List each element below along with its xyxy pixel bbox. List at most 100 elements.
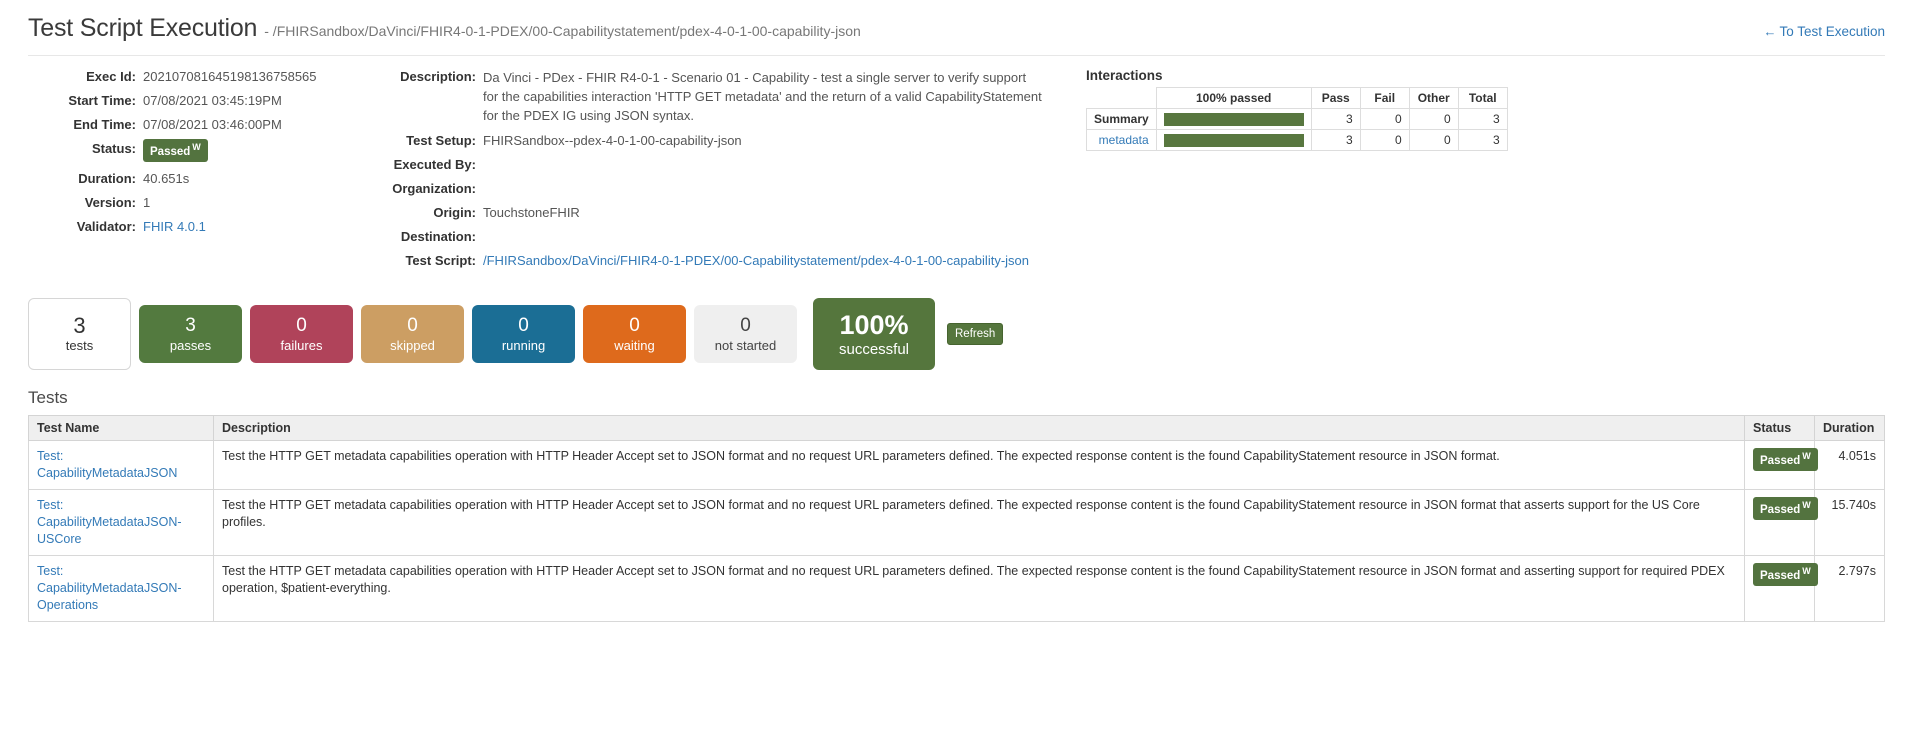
interactions-row-summary: Summary 3 0 0 3 — [1086, 108, 1508, 130]
success-percent-label: successful — [838, 340, 910, 358]
arrow-left-icon: ← — [1763, 24, 1777, 39]
origin-value: TouchstoneFHIR — [483, 205, 580, 220]
execution-details-column: Description: Da Vinci - PDex - FHIR R4-0… — [380, 68, 1050, 276]
table-row: Test: CapabilityMetadataJSON Test the HTT… — [28, 440, 1885, 490]
tile-failures[interactable]: 0 failures — [250, 305, 353, 363]
pass-rate-meter — [1163, 133, 1304, 147]
field-validator: Validator: FHIR 4.0.1 — [28, 218, 380, 235]
test-name-cell: Test: CapabilityMetadataJSON-Operations — [28, 555, 214, 622]
status-badge-sup: W — [1802, 451, 1811, 461]
organization-label: Organization: — [392, 181, 476, 196]
interactions-header-row: 100% passed Pass Fail Other Total — [1086, 87, 1508, 109]
status-badge-sup: W — [1802, 500, 1811, 510]
success-percent-value: 100% — [839, 309, 909, 340]
end-time-value: 07/08/2021 03:46:00PM — [143, 117, 282, 132]
exec-id-label: Exec Id: — [86, 69, 136, 84]
tile-tests[interactable]: 3 tests — [28, 298, 131, 370]
start-time-value: 07/08/2021 03:45:19PM — [143, 93, 282, 108]
status-badge-text: Passed — [1760, 569, 1801, 582]
test-script-value-link[interactable]: /FHIRSandbox/DaVinci/FHIR4-0-1-PDEX/00-C… — [483, 252, 1029, 269]
tests-table: Test Name Description Status Duration Te… — [28, 415, 1885, 622]
test-name-prefix: Test: — [37, 564, 64, 578]
interactions-fail-count: 0 — [1359, 129, 1410, 151]
validator-value-link[interactable]: FHIR 4.0.1 — [143, 218, 206, 235]
test-name-link[interactable]: Test: CapabilityMetadataJSON-USCore — [37, 497, 205, 548]
description-label: Description: — [400, 69, 476, 84]
tile-passes-label: passes — [169, 337, 212, 353]
tile-waiting[interactable]: 0 waiting — [583, 305, 686, 363]
interactions-pass-count: 3 — [1310, 129, 1361, 151]
page-title: Test Script Execution — [28, 14, 258, 42]
interactions-total-count: 3 — [1457, 108, 1508, 130]
status-badge: Passed W — [1753, 448, 1818, 471]
interactions-column: Interactions 100% passed Pass Fail Other… — [1050, 68, 1885, 276]
tile-failures-count: 0 — [296, 314, 307, 336]
tile-skipped[interactable]: 0 skipped — [361, 305, 464, 363]
duration-value: 40.651s — [143, 170, 190, 186]
interactions-meter-cell — [1155, 129, 1312, 151]
test-status-cell: Passed W — [1744, 555, 1818, 622]
test-name-link[interactable]: Test: CapabilityMetadataJSON-Operations — [37, 563, 205, 614]
status-badge: Passed W — [1753, 563, 1818, 586]
page-header: Test Script Execution - /FHIRSandbox/DaV… — [28, 0, 1885, 56]
interactions-other-count: 0 — [1408, 129, 1459, 151]
executed-by-label: Executed By: — [393, 157, 476, 172]
field-test-script: Test Script: /FHIRSandbox/DaVinci/FHIR4-… — [380, 252, 1050, 269]
interactions-total-count: 3 — [1457, 129, 1508, 151]
status-badge-text: Passed — [150, 145, 191, 158]
tile-not-started[interactable]: 0 not started — [694, 305, 797, 363]
tile-waiting-count: 0 — [629, 314, 640, 336]
execution-summary-column: Exec Id: 202107081645198136758565 Start … — [28, 68, 380, 276]
status-badge: Passed W — [143, 139, 208, 162]
test-name-value: CapabilityMetadataJSON-Operations — [37, 581, 182, 612]
tile-success-percent: 100% successful — [813, 298, 935, 370]
interactions-row-label-link[interactable]: metadata — [1086, 129, 1157, 151]
tests-col-duration: Duration — [1814, 415, 1885, 441]
tile-running[interactable]: 0 running — [472, 305, 575, 363]
tile-tests-count: 3 — [73, 312, 86, 338]
test-duration-cell: 4.051s — [1814, 440, 1885, 490]
interactions-row-label: Summary — [1086, 108, 1157, 130]
status-badge-sup: W — [192, 142, 201, 152]
origin-label: Origin: — [433, 205, 476, 220]
interactions-table: 100% passed Pass Fail Other Total Summar… — [1086, 87, 1508, 151]
test-name-cell: Test: CapabilityMetadataJSON — [28, 440, 214, 490]
description-value: Da Vinci - PDex - FHIR R4-0-1 - Scenario… — [483, 70, 1042, 123]
test-name-cell: Test: CapabilityMetadataJSON-USCore — [28, 489, 214, 556]
end-time-label: End Time: — [73, 117, 136, 132]
field-end-time: End Time: 07/08/2021 03:46:00PM — [28, 116, 380, 133]
test-setup-value: FHIRSandbox--pdex-4-0-1-00-capability-js… — [483, 133, 742, 148]
tile-skipped-label: skipped — [390, 337, 435, 353]
test-name-link[interactable]: Test: CapabilityMetadataJSON — [37, 448, 205, 482]
to-test-execution-label: To Test Execution — [1779, 24, 1885, 39]
test-duration-cell: 15.740s — [1814, 489, 1885, 556]
validator-label: Validator: — [76, 218, 136, 234]
table-row: Test: CapabilityMetadataJSON-USCore Test … — [28, 489, 1885, 556]
table-row: Test: CapabilityMetadataJSON-Operations T… — [28, 555, 1885, 622]
refresh-button[interactable]: Refresh — [947, 323, 1004, 345]
test-name-value: CapabilityMetadataJSON-USCore — [37, 515, 182, 546]
interactions-row-metadata: metadata 3 0 0 3 — [1086, 129, 1508, 151]
tile-failures-label: failures — [280, 337, 323, 353]
field-organization: Organization: — [380, 180, 1050, 197]
interactions-col-pass: Pass — [1310, 87, 1361, 109]
interactions-col-other: Other — [1408, 87, 1459, 109]
interactions-col-total: Total — [1457, 87, 1508, 109]
status-badge-text: Passed — [1760, 503, 1801, 516]
test-script-execution-page: Test Script Execution - /FHIRSandbox/DaV… — [0, 0, 1913, 750]
test-description-cell: Test the HTTP GET metadata capabilities … — [213, 555, 1745, 622]
test-duration-cell: 2.797s — [1814, 555, 1885, 622]
interactions-col-percent: 100% passed — [1155, 87, 1312, 109]
test-setup-label: Test Setup: — [406, 133, 476, 148]
destination-label: Destination: — [400, 229, 476, 244]
tile-running-label: running — [501, 337, 546, 353]
status-badge: Passed W — [1753, 497, 1818, 520]
tile-passes[interactable]: 3 passes — [139, 305, 242, 363]
to-test-execution-link[interactable]: ← To Test Execution — [1763, 24, 1885, 39]
tests-section-heading: Tests — [28, 388, 68, 407]
field-destination: Destination: — [380, 228, 1050, 245]
status-label: Status: — [91, 141, 136, 156]
test-description-cell: Test the HTTP GET metadata capabilities … — [213, 440, 1745, 490]
tile-not-started-count: 0 — [740, 314, 751, 336]
version-value: 1 — [143, 194, 151, 210]
